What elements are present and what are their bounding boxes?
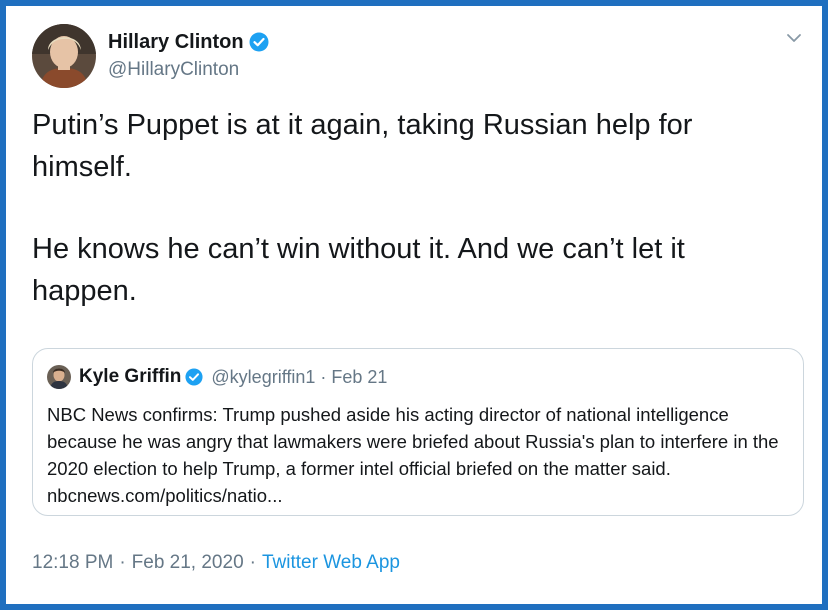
verified-badge-icon [185,368,203,386]
tweet-paragraph-1: Putin’s Puppet is at it again, taking Ru… [32,109,693,183]
footer-separator: · [249,552,256,573]
source-app-link[interactable]: Twitter Web App [262,552,400,574]
quoted-avatar [47,365,71,389]
author-name-row: Hillary Clinton [108,29,269,55]
quoted-author-name: Kyle Griffin [79,366,182,387]
quoted-author-handle: @kylegriffin1 [211,366,316,387]
author-display-name[interactable]: Hillary Clinton [108,29,244,55]
tweet-header: Hillary Clinton @HillaryClinton [32,24,269,88]
quoted-text: NBC News confirms: Trump pushed aside hi… [47,404,779,506]
quoted-date: Feb 21 [331,366,388,387]
author-names: Hillary Clinton @HillaryClinton [108,29,269,83]
avatar[interactable] [32,24,96,88]
quoted-tweet[interactable]: Kyle Griffin @kylegriffin1 · Feb 21 NBC … [32,348,804,516]
footer-separator: · [119,552,126,573]
quoted-tweet-header: Kyle Griffin @kylegriffin1 · Feb 21 [47,363,789,391]
quoted-separator: · [320,366,327,387]
tweet-date[interactable]: Feb 21, 2020 [132,552,244,574]
tweet-text: Putin’s Puppet is at it again, taking Ru… [32,104,792,352]
tweet-time[interactable]: 12:18 PM [32,552,113,574]
author-handle[interactable]: @HillaryClinton [108,57,269,83]
verified-badge-icon [249,32,269,52]
chevron-down-icon[interactable] [784,28,804,48]
tweet-card: Hillary Clinton @HillaryClinton Putin’s … [6,6,822,604]
tweet-footer: 12:18 PM · Feb 21, 2020 · Twitter Web Ap… [32,552,400,574]
tweet-paragraph-2: He knows he can’t win without it. And we… [32,233,685,307]
